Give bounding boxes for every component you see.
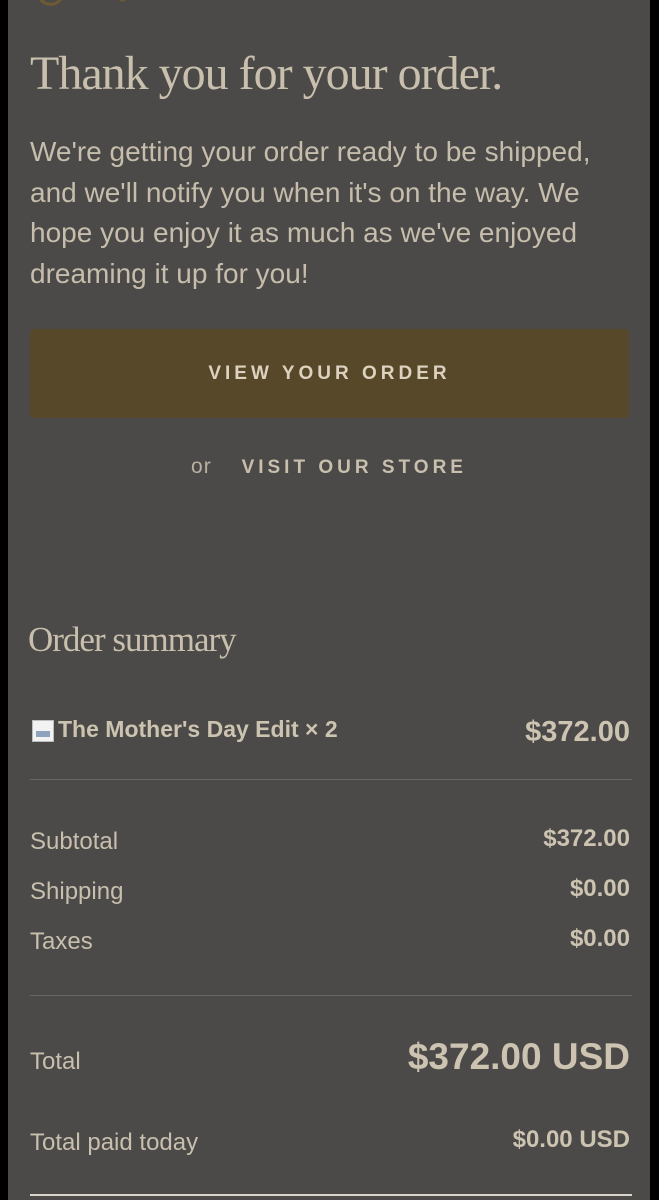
total-label: Total xyxy=(30,1048,81,1075)
bottom-divider xyxy=(30,1194,632,1196)
confirmation-message: We're getting your order ready to be shi… xyxy=(30,136,591,289)
divider xyxy=(30,779,632,780)
shipping-label: Shipping xyxy=(30,878,124,905)
total-value: $372.00 USD xyxy=(407,1036,630,1077)
total-paid-today-value: $0.00 USD xyxy=(512,1126,630,1153)
alternate-action-row: or VISIT OUR STORE xyxy=(8,455,650,479)
taxes-value: $0.00 xyxy=(569,925,630,952)
item-name: The Mother's Day Edit × 2 xyxy=(58,716,338,742)
shipping-value: $0.00 xyxy=(569,875,630,902)
visit-store-link[interactable]: VISIT OUR STORE xyxy=(242,457,467,478)
order-summary-heading: Order summary xyxy=(28,620,237,659)
logo-icon xyxy=(39,0,126,6)
list-item: The Mother's Day Edit × 2 $372.00 xyxy=(30,710,630,754)
subtotal-label: Subtotal xyxy=(30,828,119,855)
divider xyxy=(30,995,632,996)
view-order-button[interactable]: VIEW YOUR ORDER xyxy=(30,329,629,418)
item-price: $372.00 xyxy=(525,716,630,748)
or-text: or xyxy=(191,455,212,478)
page-title: Thank you for your order. xyxy=(30,47,503,100)
product-thumbnail-icon xyxy=(32,720,54,742)
order-confirmation-page: Thank you for your order. We're getting … xyxy=(8,0,650,1200)
subtotal-value: $372.00 xyxy=(543,825,630,852)
total-paid-today-label: Total paid today xyxy=(30,1129,199,1156)
taxes-label: Taxes xyxy=(30,928,93,955)
